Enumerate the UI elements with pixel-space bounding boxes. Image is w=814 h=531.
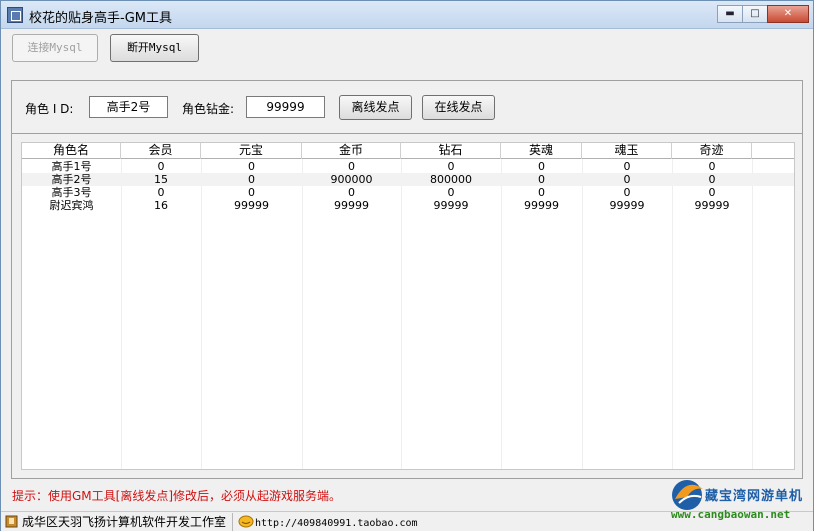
cell-hero-soul: 0 bbox=[538, 186, 545, 199]
close-icon[interactable]: ✕ bbox=[767, 5, 809, 23]
status-link[interactable]: http://409840991.taobao.com bbox=[234, 513, 564, 531]
minimize-icon[interactable]: ▬ bbox=[717, 5, 743, 23]
status-studio: 成华区天羽飞扬计算机软件开发工作室 bbox=[1, 513, 233, 531]
cell-diamond: 0 bbox=[447, 160, 455, 173]
cell-soul-jade: 0 bbox=[623, 173, 631, 186]
caption-buttons: ▬ □ ✕ bbox=[717, 5, 809, 23]
role-id-input[interactable]: 高手2号 bbox=[89, 96, 168, 118]
diamond-label: 角色钻金: bbox=[182, 102, 235, 116]
window-title: 校花的贴身高手-GM工具 bbox=[29, 11, 172, 26]
role-id-label: 角色 I D: bbox=[25, 102, 74, 116]
cell-soul-jade: 0 bbox=[623, 160, 631, 173]
cell-name: 高手2号 bbox=[51, 173, 92, 186]
cell-gold: 0 bbox=[348, 160, 355, 173]
cell-miracle: 0 bbox=[708, 160, 716, 173]
cell-vip: 0 bbox=[157, 160, 165, 173]
cell-hero-soul: 0 bbox=[538, 173, 545, 186]
table-row[interactable]: 高手3号 0 0 0 0 0 0 0 bbox=[22, 186, 794, 199]
cell-name: 尉迟宾鸿 bbox=[49, 199, 94, 212]
online-send-button[interactable]: 在线发点 bbox=[422, 95, 495, 120]
cell-gold: 900000 bbox=[330, 173, 373, 186]
title-bar[interactable]: 校花的贴身高手-GM工具 ▬ □ ✕ bbox=[1, 1, 813, 29]
table-row[interactable]: 高手1号 0 0 0 0 0 0 0 bbox=[22, 160, 794, 173]
cell-name: 高手1号 bbox=[51, 160, 92, 173]
diamond-input[interactable]: 99999 bbox=[246, 96, 325, 118]
cell-miracle: 0 bbox=[708, 186, 716, 199]
cell-yuanbao: 0 bbox=[248, 160, 255, 173]
cell-soul-jade: 0 bbox=[623, 186, 631, 199]
maximize-icon[interactable]: □ bbox=[742, 5, 768, 23]
shop-url[interactable]: http://409840991.taobao.com bbox=[255, 518, 418, 529]
player-table[interactable]: 角色名 会员 元宝 金币 钻石 英魂 魂玉 奇迹 高手1号 0 0 0 0 0 … bbox=[21, 142, 795, 470]
cell-vip: 16 bbox=[154, 199, 168, 212]
watermark-site: www.cangbaowan.net bbox=[671, 508, 791, 521]
cell-diamond: 99999 bbox=[433, 199, 469, 212]
cell-hero-soul: 99999 bbox=[524, 199, 559, 212]
cell-vip: 0 bbox=[157, 186, 165, 199]
cell-miracle: 0 bbox=[708, 173, 716, 186]
table-row[interactable]: 高手2号 15 0 900000 800000 0 0 0 bbox=[22, 173, 794, 186]
hint-text: 提示：使用GM工具[离线发点]修改后，必须从起游戏服务端。 bbox=[12, 489, 342, 503]
studio-icon bbox=[5, 515, 18, 528]
studio-name: 成华区天羽飞扬计算机软件开发工作室 bbox=[22, 515, 227, 529]
watermark-brand: 藏宝湾网游单机 bbox=[705, 489, 804, 504]
main-window: 校花的贴身高手-GM工具 ▬ □ ✕ 连接Mysql 断开Mysql 角色 I … bbox=[0, 0, 814, 531]
app-icon[interactable] bbox=[7, 7, 23, 23]
connect-mysql-button[interactable]: 连接Mysql bbox=[12, 34, 98, 62]
disconnect-mysql-button[interactable]: 断开Mysql bbox=[110, 34, 199, 62]
column-header-gold[interactable]: 金币 bbox=[302, 143, 401, 159]
column-header-yuanbao[interactable]: 元宝 bbox=[201, 143, 302, 159]
cell-name: 高手3号 bbox=[51, 186, 92, 199]
column-header-miracle[interactable]: 奇迹 bbox=[672, 143, 752, 159]
column-header-vip[interactable]: 会员 bbox=[121, 143, 201, 159]
cell-gold: 0 bbox=[348, 186, 355, 199]
cell-diamond: 800000 bbox=[430, 173, 472, 186]
column-header-diamond[interactable]: 钻石 bbox=[401, 143, 501, 159]
column-header-hero-soul[interactable]: 英魂 bbox=[501, 143, 582, 159]
offline-send-button[interactable]: 离线发点 bbox=[339, 95, 412, 120]
table-header: 角色名 会员 元宝 金币 钻石 英魂 魂玉 奇迹 bbox=[22, 143, 794, 159]
link-icon bbox=[238, 515, 254, 528]
cell-yuanbao: 0 bbox=[248, 173, 255, 186]
cell-yuanbao: 99999 bbox=[234, 199, 269, 212]
column-header-soul-jade[interactable]: 魂玉 bbox=[582, 143, 672, 159]
column-header-name[interactable]: 角色名 bbox=[22, 143, 121, 159]
cell-miracle: 99999 bbox=[694, 199, 730, 212]
cell-diamond: 0 bbox=[447, 186, 455, 199]
cell-soul-jade: 99999 bbox=[609, 199, 645, 212]
table-row[interactable]: 尉迟宾鸿 16 99999 99999 99999 99999 99999 99… bbox=[22, 199, 794, 212]
cell-hero-soul: 0 bbox=[538, 160, 545, 173]
cangbaowan-logo: 藏宝湾网游单机 www.cangbaowan.net bbox=[669, 475, 811, 525]
cell-yuanbao: 0 bbox=[248, 186, 255, 199]
cell-gold: 99999 bbox=[334, 199, 369, 212]
cell-vip: 15 bbox=[154, 173, 168, 186]
